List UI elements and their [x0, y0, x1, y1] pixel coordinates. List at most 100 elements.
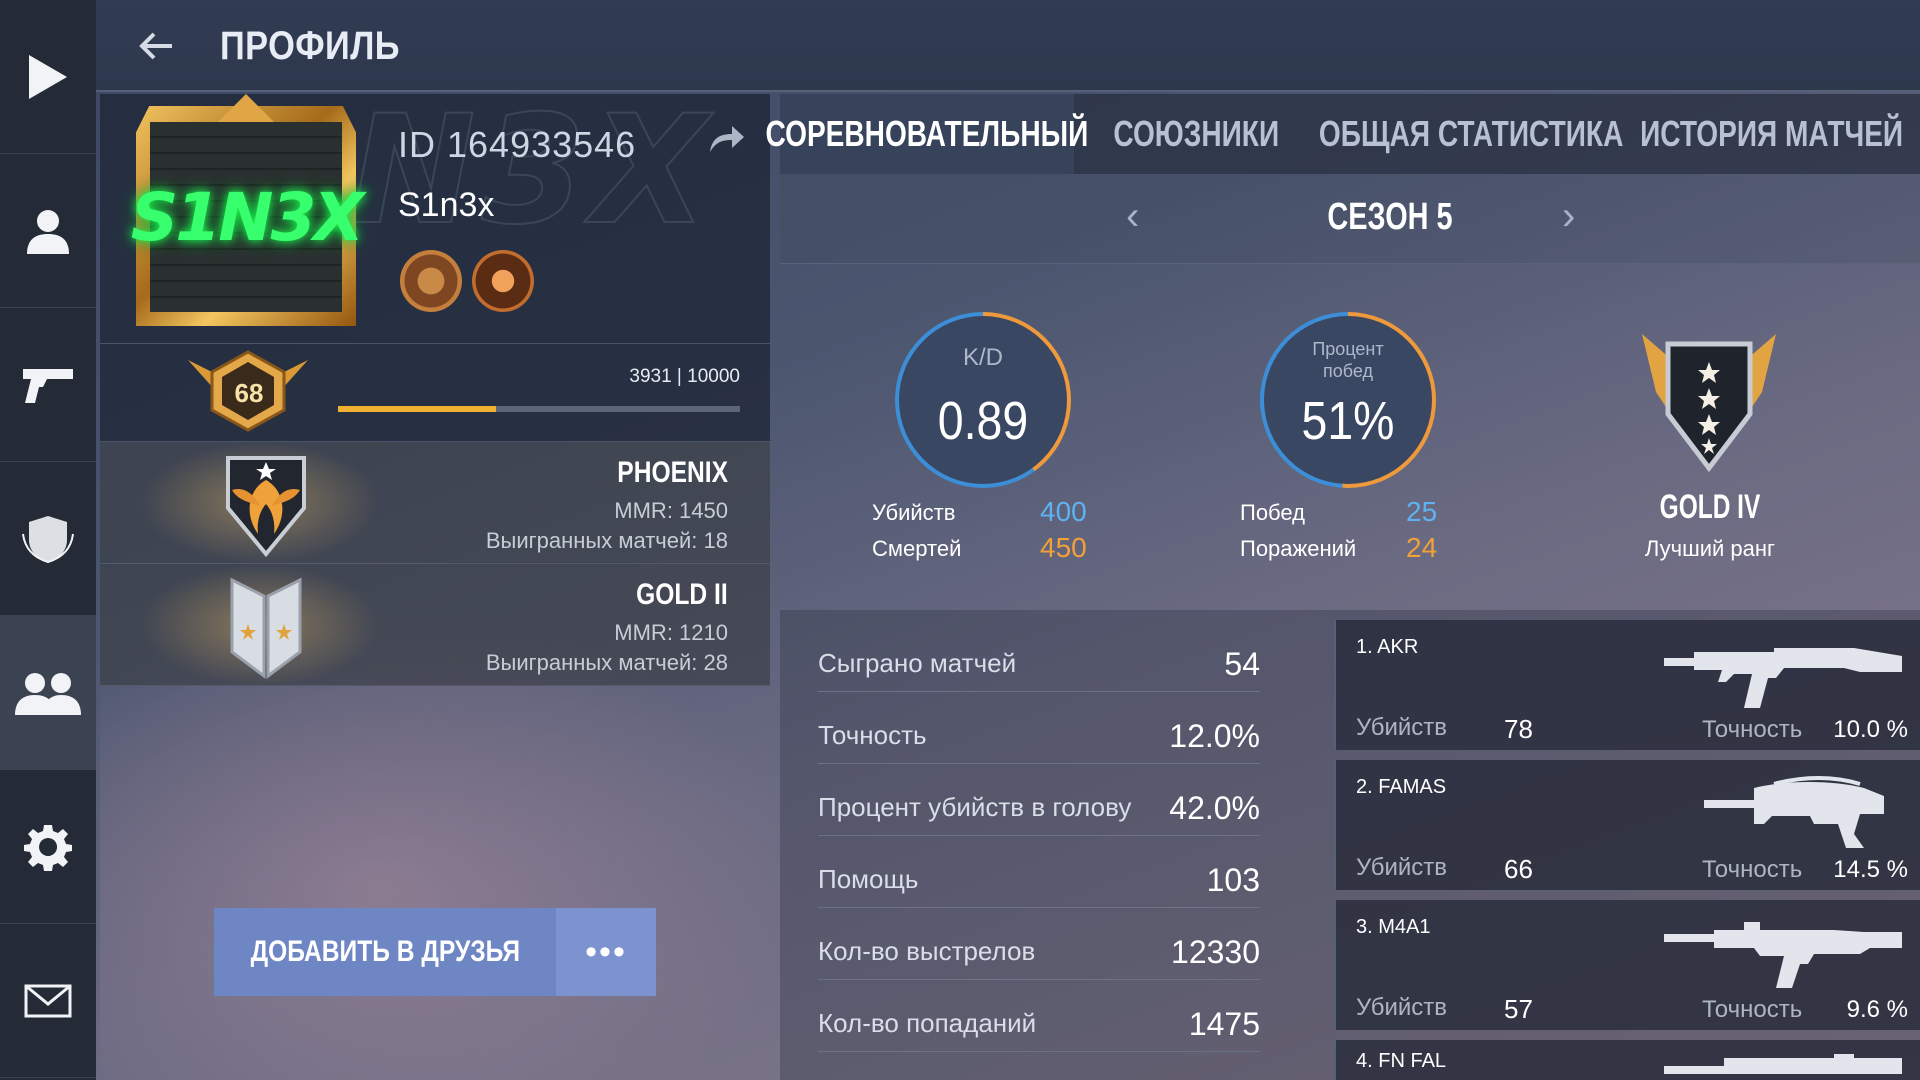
add-friend-label: ДОБАВИТЬ В ДРУЗЬЯ — [250, 935, 520, 968]
rank-name: PHOENIX — [617, 456, 728, 489]
losses-label: Поражений — [1240, 536, 1357, 561]
sidebar-item-friends[interactable] — [0, 616, 96, 770]
shield-icon — [22, 515, 74, 563]
kills-value: 400 — [1040, 496, 1087, 527]
weapon-name: 4. FN FAL — [1356, 1050, 1447, 1072]
play-icon — [29, 54, 67, 99]
stat-value: 1475 — [1188, 1006, 1260, 1042]
profile-icon — [27, 209, 69, 254]
stat-label: Кол-во попаданий — [818, 1008, 1037, 1038]
weapon-kills-label: Убийств — [1356, 994, 1448, 1021]
stat-row: Помощь 103 — [818, 836, 1260, 908]
weapon-name: 2. FAMAS — [1356, 776, 1447, 798]
gold-iv-rank-icon — [1642, 334, 1776, 472]
weapon-kills-label: Убийств — [1356, 854, 1448, 881]
battle-rifle-icon — [1664, 1054, 1902, 1074]
winrate-ring: Процент побед 51% — [1260, 312, 1436, 488]
sidebar-item-mail[interactable] — [0, 924, 96, 1078]
achievement-badge-icon[interactable] — [400, 250, 462, 312]
stat-value: 103 — [1206, 862, 1260, 898]
kills-label: Убийств — [872, 500, 956, 525]
stat-label: Помощь — [818, 864, 919, 894]
page-title: ПРОФИЛЬ — [220, 24, 400, 68]
gold-rank-icon — [230, 577, 302, 679]
tab-competitive[interactable]: СОРЕВНОВАТЕЛЬНЫЙ — [766, 94, 1088, 174]
stat-value: 12330 — [1171, 934, 1260, 970]
bullpup-rifle-icon — [1704, 776, 1884, 848]
friends-icon — [15, 672, 81, 715]
stat-row: Кол-во попаданий 1475 — [818, 980, 1260, 1052]
avatar[interactable]: S1N3X — [131, 122, 364, 312]
stat-label: Процент убийств в голову — [818, 792, 1132, 822]
weapon-card-m4a1[interactable]: 3. M4A1 Убийств 57 Точность 9.6 % — [1334, 900, 1920, 1030]
rank-mmr: MMR: 1210 — [614, 620, 728, 645]
xp-text: 3931 | 10000 — [629, 366, 740, 387]
sidebar-item-weapons[interactable] — [0, 308, 96, 462]
sidebar-item-settings[interactable] — [0, 770, 96, 924]
weapon-accuracy-value: 9.6 % — [1846, 996, 1908, 1023]
back-arrow-icon[interactable] — [136, 26, 176, 66]
rank-wins: Выигранных матчей: 28 — [485, 650, 728, 675]
season-prev-arrow-icon[interactable]: ‹ — [1126, 194, 1139, 239]
stat-label: Точность — [818, 720, 927, 750]
tab-match-history[interactable]: ИСТОРИЯ МАТЧЕЙ — [1624, 94, 1920, 174]
kd-ring: K/D 0.89 — [895, 312, 1071, 488]
tab-label: ИСТОРИЯ МАТЧЕЙ — [1640, 113, 1904, 154]
assault-rifle-icon — [1664, 648, 1902, 708]
rank-card-phoenix[interactable]: PHOENIX MMR: 1450 Выигранных матчей: 18 — [100, 442, 770, 564]
player-name: S1n3x — [398, 186, 495, 224]
share-icon[interactable] — [706, 124, 746, 154]
profile-card: N3X S1N3X ID 164933546 S1n3x — [100, 83, 770, 344]
sidebar — [0, 0, 96, 1080]
season-title: СЕЗОН 5 — [1327, 196, 1453, 238]
deaths-label: Смертей — [872, 536, 962, 561]
weapon-accuracy-label: Точность — [1702, 716, 1803, 743]
sidebar-item-play[interactable] — [0, 0, 96, 154]
level-card: 68 3931 | 10000 — [100, 344, 770, 442]
mail-icon — [24, 984, 72, 1017]
season-next-arrow-icon[interactable]: › — [1562, 194, 1575, 239]
weapon-card-fnfal[interactable]: 4. FN FAL — [1334, 1040, 1920, 1080]
stat-value: 12.0% — [1169, 718, 1260, 754]
avatar-watermark: N3X — [349, 83, 714, 259]
stat-value: 54 — [1224, 646, 1260, 682]
weapon-kills-value: 57 — [1504, 994, 1533, 1024]
more-options-button[interactable]: ••• — [556, 908, 656, 996]
stat-row: Процент убийств в голову 42.0% — [818, 764, 1260, 836]
sidebar-item-profile[interactable] — [0, 154, 96, 308]
stat-label: Кол-во выстрелов — [818, 936, 1036, 966]
weapon-accuracy-value: 14.5 % — [1833, 856, 1908, 883]
rank-card-gold[interactable]: GOLD II MMR: 1210 Выигранных матчей: 28 — [100, 564, 770, 686]
weapon-kills-value: 78 — [1504, 714, 1533, 744]
tab-label: ОБЩАЯ СТАТИСТИКА — [1318, 113, 1624, 154]
header: ПРОФИЛЬ — [96, 0, 1920, 92]
weapon-name: 3. M4A1 — [1356, 916, 1431, 938]
season-selector: ‹ СЕЗОН 5 › — [780, 174, 1920, 264]
losses-value: 24 — [1406, 532, 1438, 563]
kd-value: 0.89 — [937, 391, 1029, 451]
gear-icon — [24, 824, 72, 871]
best-rank-name: GOLD IV — [1659, 488, 1761, 526]
kd-label: K/D — [962, 344, 1003, 371]
winrate-ring-inner: Процент побед 51% — [1264, 316, 1432, 484]
weapon-accuracy-value: 10.0 % — [1833, 716, 1908, 743]
add-friend-button[interactable]: ДОБАВИТЬ В ДРУЗЬЯ — [214, 908, 556, 996]
xp-progress-fill — [338, 406, 497, 412]
weapon-accuracy-label: Точность — [1702, 996, 1803, 1023]
weapon-accuracy-label: Точность — [1702, 856, 1803, 883]
tab-allies[interactable]: СОЮЗНИКИ — [1074, 94, 1318, 174]
tab-label: СОЮЗНИКИ — [1113, 113, 1279, 154]
weapon-kills-value: 66 — [1504, 854, 1533, 884]
profile-column: N3X S1N3X ID 164933546 S1n3x 68 3931 | 1… — [100, 83, 770, 686]
sidebar-item-clan[interactable] — [0, 462, 96, 616]
carbine-rifle-icon — [1664, 922, 1902, 988]
weapon-kills-label: Убийств — [1356, 714, 1448, 741]
winrate-value: 51% — [1301, 391, 1395, 451]
weapon-card-akr[interactable]: 1. AKR Убийств 78 Точность 10.0 % — [1334, 620, 1920, 750]
weapon-card-famas[interactable]: 2. FAMAS Убийств 66 Точность 14.5 % — [1334, 760, 1920, 890]
lion-badge-icon[interactable] — [472, 250, 534, 312]
tab-general-stats[interactable]: ОБЩАЯ СТАТИСТИКА — [1318, 94, 1624, 174]
tab-bar: СОРЕВНОВАТЕЛЬНЫЙ СОЮЗНИКИ ОБЩАЯ СТАТИСТИ… — [766, 94, 1920, 174]
avatar-neon-text: S1N3X — [130, 178, 365, 256]
rank-name: GOLD II — [636, 578, 728, 611]
